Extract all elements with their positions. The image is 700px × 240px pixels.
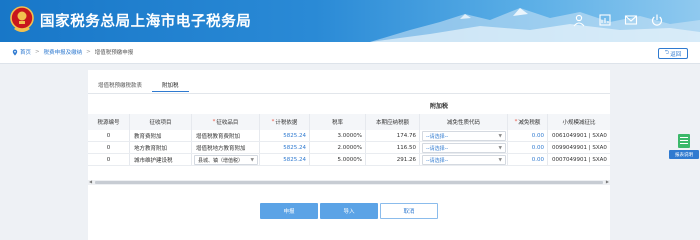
tab-label: 增值税预缴税款表 <box>98 83 143 89</box>
relief-code-cell: --请选择-- ▼ <box>420 130 508 141</box>
chevron-down-icon: ▼ <box>498 158 502 163</box>
chevron-down-icon: ▼ <box>498 134 502 139</box>
small-scale-cell: 0061049901 | SXA0 <box>552 132 607 139</box>
category-cell: 增值税教育费附加 <box>192 130 260 141</box>
relief-code-value: --请选择-- <box>426 157 449 164</box>
small-scale-cell: 0099049901 | SXA0 <box>552 144 607 151</box>
relief-amount-input[interactable]: 0.00 <box>508 130 548 141</box>
breadcrumb-separator: > <box>35 49 40 55</box>
back-arrow-icon: ⮌ <box>664 50 670 56</box>
item-cell: 教育费附加 <box>130 130 192 141</box>
source-no-cell: 0 <box>88 154 130 165</box>
breadcrumb-home[interactable]: 首页 <box>20 48 31 56</box>
basis-input[interactable]: 5825.24 <box>260 154 310 165</box>
site-header: 国家税务总局上海市电子税务局 <box>0 0 700 42</box>
rate-cell: 2.0000% <box>310 142 366 153</box>
column-header: 征收项目 <box>130 114 192 130</box>
cancel-button[interactable]: 取消 <box>380 203 438 219</box>
basis-input[interactable]: 5825.24 <box>260 130 310 141</box>
rate-cell: 5.0000% <box>310 154 366 165</box>
user-icon[interactable] <box>572 13 586 27</box>
tax-cell: 291.26 <box>366 154 420 165</box>
column-header: * 计税依据 <box>260 114 310 130</box>
horizontal-scrollbar[interactable]: ◀ ▶ <box>88 179 610 185</box>
relief-code-cell: --请选择-- ▼ <box>420 154 508 165</box>
chart-icon[interactable] <box>598 13 612 27</box>
chevron-down-icon: ▼ <box>250 158 254 163</box>
required-marker: * <box>212 119 216 125</box>
required-marker: * <box>271 119 275 125</box>
relief-code-value: --请选择-- <box>426 145 449 152</box>
power-icon[interactable] <box>650 13 664 27</box>
relief-code-value: --请选择-- <box>426 133 449 140</box>
table-header-row: 税源编号 征收项目 * 征收品目 * 计税依据 税率 本期应纳税额 减免性质代码 *… <box>88 114 610 130</box>
tab-label: 附加税 <box>162 82 179 89</box>
tab-divider <box>88 93 610 94</box>
declaration-panel: 增值税预缴税款表 附加税 附加税 税源编号 征收项目 * 征收品目 * 计税依据 税… <box>88 70 610 240</box>
relief-code-select[interactable]: --请选择-- ▼ <box>422 143 506 153</box>
item-cell: 地方教育附加 <box>130 142 192 153</box>
required-marker: * <box>514 119 518 125</box>
report-help-label: 报表说明 <box>669 150 699 159</box>
category-value: 县城、镇（增值税） <box>198 157 244 164</box>
item-cell: 城市维护建设税 <box>130 154 192 165</box>
scrollbar-thumb[interactable] <box>95 181 603 184</box>
category-select[interactable]: 县城、镇（增值税） ▼ <box>194 155 258 165</box>
rate-cell: 3.0000% <box>310 130 366 141</box>
tax-cell: 116.50 <box>366 142 420 153</box>
tax-cell: 174.76 <box>366 130 420 141</box>
import-button[interactable]: 导入 <box>320 203 378 219</box>
relief-code-select[interactable]: --请选择-- ▼ <box>422 131 506 141</box>
relief-code-cell: --请选择-- ▼ <box>420 142 508 153</box>
source-no-cell: 0 <box>88 142 130 153</box>
relief-amount-input[interactable]: 0.00 <box>508 142 548 153</box>
column-header: 税源编号 <box>88 114 130 130</box>
document-icon <box>678 134 690 148</box>
relief-code-select[interactable]: --请选择-- ▼ <box>422 155 506 165</box>
column-header: * 减免税额 <box>508 114 548 130</box>
scroll-left-icon[interactable]: ◀ <box>89 179 92 184</box>
column-header: 减免性质代码 <box>420 114 508 130</box>
breadcrumb-item-tax-filing[interactable]: 税费申报及缴纳 <box>44 48 83 56</box>
submit-button[interactable]: 申报 <box>260 203 318 219</box>
source-no-cell: 0 <box>88 130 130 141</box>
table-group-header: 附加税 <box>430 103 449 110</box>
column-header: 税率 <box>310 114 366 130</box>
scroll-right-icon[interactable]: ▶ <box>606 179 609 184</box>
category-cell: 县城、镇（增值税） ▼ <box>192 154 260 165</box>
breadcrumb-separator: > <box>86 49 91 55</box>
tab-surtax[interactable]: 附加税 <box>152 78 189 92</box>
site-title: 国家税务总局上海市电子税务局 <box>40 14 252 30</box>
chevron-down-icon: ▼ <box>498 146 502 151</box>
back-button[interactable]: ⮌ 返回 <box>658 48 688 59</box>
breadcrumb: 首页 > 税费申报及缴纳 > 增值税预缴申报 <box>12 48 133 56</box>
location-pin-icon <box>12 49 18 55</box>
relief-amount-input[interactable]: 0.00 <box>508 154 548 165</box>
table-row: 0 教育费附加 增值税教育费附加 5825.24 3.0000% 174.76 … <box>88 130 610 142</box>
category-cell: 增值税地方教育附加 <box>192 142 260 153</box>
column-header: 本期应纳税额 <box>366 114 420 130</box>
report-help-widget[interactable]: 报表说明 <box>669 130 699 164</box>
table-row: 0 地方教育附加 增值税地方教育附加 5825.24 2.0000% 116.5… <box>88 142 610 154</box>
small-scale-cell: 0007049901 | SXA0 <box>552 156 607 163</box>
column-header: * 征收品目 <box>192 114 260 130</box>
mail-icon[interactable] <box>624 13 638 27</box>
basis-input[interactable]: 5825.24 <box>260 142 310 153</box>
breadcrumb-item-current: 增值税预缴申报 <box>94 50 134 56</box>
back-button-label: 返回 <box>670 51 682 58</box>
column-header: 小规模减征比 <box>562 120 596 126</box>
tab-bar: 增值税预缴税款表 附加税 <box>88 78 189 92</box>
table-row: 0 城市维护建设税 县城、镇（增值税） ▼ 5825.24 5.0000% 29… <box>88 154 610 166</box>
breadcrumb-bar: 首页 > 税费申报及缴纳 > 增值税预缴申报 ⮌ 返回 <box>0 42 700 64</box>
tab-vat-prepayment[interactable]: 增值税预缴税款表 <box>88 78 152 92</box>
emblem-icon <box>10 6 34 32</box>
